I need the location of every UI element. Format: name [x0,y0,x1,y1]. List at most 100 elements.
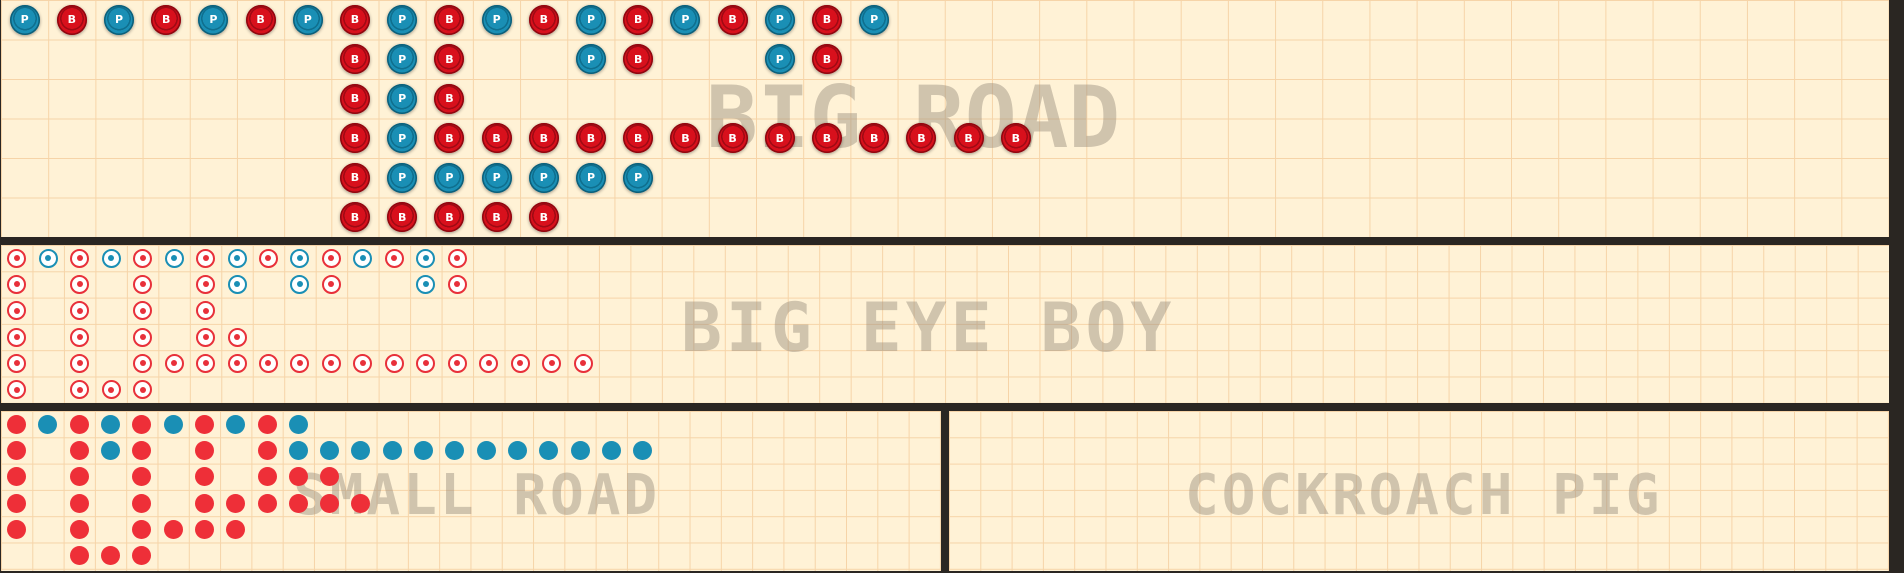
small-road-banker-mark [69,414,89,434]
small-road-banker-mark [69,546,89,566]
big-eye-boy-banker-mark [133,380,153,400]
small-road-banker-mark [69,493,89,513]
big-road-banker-mark: B [812,123,842,154]
big-eye-boy-banker-mark [133,248,153,268]
big-eye-boy-banker-mark [196,301,216,321]
small-road-player-mark [382,440,402,460]
big-road-banker-mark: B [481,123,512,154]
big-road-player-mark: P [576,162,606,193]
small-road-player-mark [445,440,465,460]
big-road-banker-mark: B [906,123,937,154]
big-eye-boy-banker-mark [384,353,404,373]
big-eye-boy-banker-mark [196,248,216,268]
small-road-banker-mark [7,467,27,487]
big-eye-boy-banker-mark [101,380,121,400]
big-eye-boy-banker-mark [70,301,90,321]
big-road-banker-mark: B [434,123,465,154]
big-road-player-mark: P [387,162,418,193]
small-road-banker-mark [69,519,89,539]
big-eye-boy-banker-mark [7,380,27,400]
big-road-banker-mark: B [670,123,701,154]
small-road-banker-mark [257,493,277,513]
small-road-player-mark [101,440,121,460]
big-road-player-mark: P [481,4,512,35]
big-eye-boy-banker-mark [70,274,90,294]
big-eye-boy-player-mark [101,248,121,268]
small-road-banker-mark [69,467,89,487]
small-road-banker-mark [132,546,152,566]
small-road-player-mark [570,440,590,460]
small-road-banker-mark [132,440,152,460]
small-road-player-mark [320,440,340,460]
big-eye-boy-banker-mark [196,327,216,347]
small-road-player-mark [101,414,121,434]
small-road-player-mark [539,440,559,460]
small-road-banker-mark [101,546,121,566]
small-road-player-mark [288,440,308,460]
big-eye-boy-marks [1,245,1889,403]
small-road-banker-mark [257,467,277,487]
big-eye-boy-banker-mark [227,353,247,373]
big-road-banker-mark: B [481,202,512,233]
small-road-banker-mark [7,493,27,513]
small-road-banker-mark [288,493,308,513]
big-road-player-mark: P [764,4,795,35]
small-road-banker-mark [320,467,340,487]
big-road-player-mark: P [9,4,40,35]
big-eye-boy-banker-mark [196,353,216,373]
big-road-banker-mark: B [528,202,559,233]
big-road-banker-mark: B [623,123,654,154]
big-road-player-mark: P [670,4,701,35]
big-eye-boy-banker-mark [447,353,467,373]
big-road-player-mark: P [764,44,795,75]
big-eye-boy-banker-mark [70,353,90,373]
big-road-player-mark: P [623,162,654,193]
big-road-banker-mark: B [434,44,465,75]
big-eye-boy-banker-mark [290,353,310,373]
big-eye-boy-banker-mark [353,353,373,373]
big-road-banker-mark: B [340,83,370,114]
big-road-player-mark: P [576,4,606,35]
small-road-banker-mark [257,440,277,460]
big-road-banker-mark: B [812,4,842,35]
big-road-player-mark: P [387,44,418,75]
big-road-player-mark: P [434,162,465,193]
big-road-banker-mark: B [717,123,748,154]
small-road-player-mark [507,440,527,460]
big-eye-boy-banker-mark [479,353,499,373]
small-road-banker-mark [288,467,308,487]
big-eye-boy-banker-mark [573,353,593,373]
big-eye-boy-player-mark [227,274,247,294]
small-road-banker-mark [320,493,340,513]
big-eye-boy-player-mark [38,248,58,268]
small-road-banker-mark [257,414,277,434]
big-eye-boy-banker-mark [7,301,27,321]
big-road-marks: PBPBPBPBBBBBBPPPPPBBBBBBPPPBBBBBPPPPBBBB… [1,0,1889,237]
big-road-banker-mark: B [340,123,370,154]
big-eye-boy-banker-mark [510,353,530,373]
big-eye-boy-banker-mark [321,353,341,373]
big-road-banker-mark: B [245,4,276,35]
small-road-player-mark [226,414,246,434]
big-eye-boy-banker-mark [7,327,27,347]
small-road-player-mark [633,440,653,460]
small-road-banker-mark [7,414,27,434]
big-eye-boy-banker-mark [133,327,153,347]
big-road-banker-mark: B [434,83,465,114]
big-eye-boy-banker-mark [70,380,90,400]
small-road-banker-mark [194,493,214,513]
small-road-marks [1,411,941,571]
small-road-banker-mark [7,440,27,460]
big-road-player-mark: P [104,4,134,35]
big-road-banker-mark: B [387,202,418,233]
small-road-player-mark [414,440,434,460]
big-eye-boy-banker-mark [384,248,404,268]
big-eye-boy-player-mark [353,248,373,268]
big-road-banker-mark: B [434,4,465,35]
big-road-player-mark: P [198,4,229,35]
big-road-banker-mark: B [764,123,795,154]
big-eye-boy-banker-mark [70,248,90,268]
small-road-banker-mark [194,414,214,434]
big-eye-boy-banker-mark [133,274,153,294]
small-road-banker-mark [351,493,371,513]
